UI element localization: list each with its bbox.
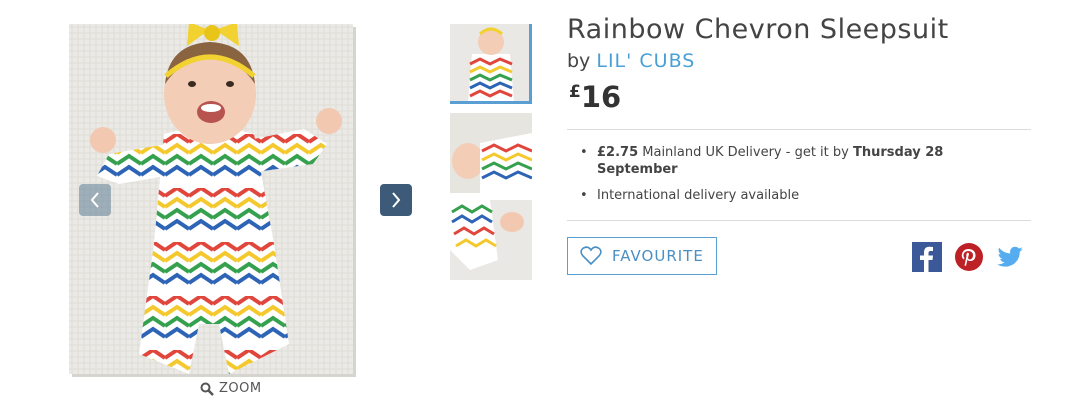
previous-image-button[interactable] (79, 184, 111, 216)
delivery-uk-price: £2.75 (597, 145, 639, 160)
byline-prefix: by (567, 50, 591, 72)
next-image-button[interactable] (380, 184, 412, 216)
delivery-info: £2.75 Mainland UK Delivery - get it by T… (580, 144, 980, 213)
delivery-item-international: International delivery available (580, 187, 980, 204)
chevron-left-icon (90, 192, 99, 208)
brand-link[interactable]: LIL' CUBS (596, 50, 695, 72)
product-byline: by LIL' CUBS (567, 50, 695, 72)
delivery-item-uk: £2.75 Mainland UK Delivery - get it by T… (580, 144, 980, 178)
pinterest-icon[interactable] (954, 242, 984, 272)
zoom-button[interactable]: ZOOM (200, 381, 262, 396)
thumbnail-3[interactable] (450, 200, 532, 280)
thumbnail-2[interactable] (450, 113, 532, 193)
favourite-label: FAVOURITE (612, 247, 704, 265)
divider (567, 220, 1031, 221)
main-product-image[interactable] (69, 24, 353, 374)
product-price: £16 (569, 80, 621, 114)
favourite-button[interactable]: FAVOURITE (567, 237, 717, 275)
search-icon (200, 382, 214, 396)
zoom-label: ZOOM (219, 381, 262, 396)
twitter-icon[interactable] (995, 242, 1025, 272)
thumbnail-1[interactable] (450, 24, 532, 104)
price-currency: £ (569, 82, 581, 102)
facebook-icon[interactable] (912, 242, 942, 272)
delivery-uk-text: Mainland UK Delivery - get it by (638, 145, 853, 160)
divider (567, 129, 1031, 130)
product-title: Rainbow Chevron Sleepsuit (567, 14, 949, 45)
chevron-right-icon (392, 192, 401, 208)
heart-icon (580, 246, 602, 266)
price-amount: 16 (580, 80, 622, 114)
